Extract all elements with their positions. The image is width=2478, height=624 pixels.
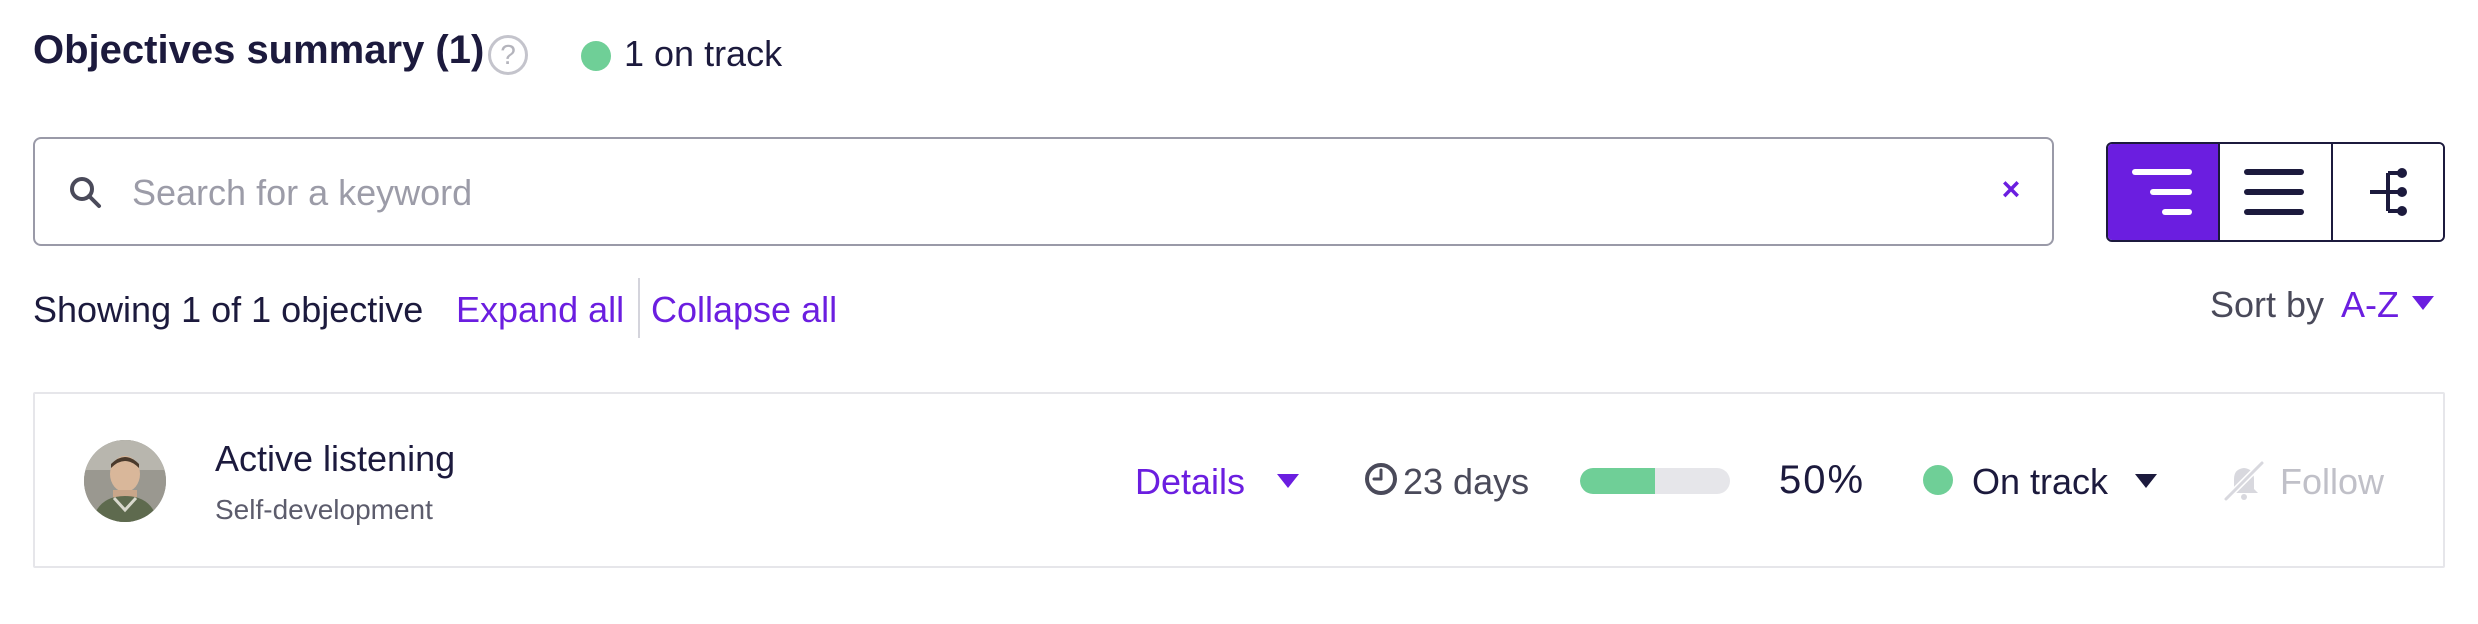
status-dropdown[interactable]: On track (1972, 461, 2108, 503)
hierarchy-view-icon (2369, 168, 2407, 216)
hierarchy-view-button[interactable] (2330, 144, 2443, 240)
sort-label: Sort by (2210, 284, 2325, 325)
chevron-down-icon[interactable] (2412, 296, 2434, 310)
clear-search-icon[interactable]: × (1996, 173, 2026, 205)
link-divider (638, 278, 640, 338)
status-dot (1923, 465, 1953, 495)
results-count: Showing 1 of 1 objective (33, 289, 424, 330)
expand-all-link[interactable]: Expand all (456, 289, 624, 331)
page-title: Objectives summary (1) (33, 28, 485, 72)
status-summary: 1 on track (624, 33, 783, 74)
follow-button[interactable]: Follow (2280, 461, 2384, 503)
progress-bar (1580, 468, 1730, 494)
objective-title[interactable]: Active listening (215, 438, 455, 480)
tree-view-button[interactable] (2108, 144, 2219, 240)
clock-icon (1365, 463, 1397, 495)
progress-percent: 50% (1779, 458, 1866, 502)
objective-category: Self-development (215, 494, 433, 525)
details-dropdown[interactable]: Details (1135, 461, 1245, 503)
chevron-down-icon[interactable] (1277, 474, 1299, 488)
help-icon[interactable]: ? (488, 35, 528, 75)
avatar (84, 440, 166, 522)
view-toggle-group (2106, 142, 2445, 242)
on-track-status-dot (581, 41, 611, 71)
progress-fill (1580, 468, 1655, 494)
list-view-button[interactable] (2218, 144, 2331, 240)
sort-dropdown[interactable]: A-Z (2341, 284, 2399, 326)
chevron-down-icon[interactable] (2135, 474, 2157, 488)
tree-view-icon (2132, 169, 2193, 215)
list-view-icon (2244, 169, 2305, 215)
search-icon (70, 177, 101, 208)
days-remaining: 23 days (1403, 461, 1530, 502)
search-input[interactable] (130, 160, 1974, 226)
bell-off-icon[interactable] (2222, 459, 2266, 503)
collapse-all-link[interactable]: Collapse all (651, 289, 837, 331)
